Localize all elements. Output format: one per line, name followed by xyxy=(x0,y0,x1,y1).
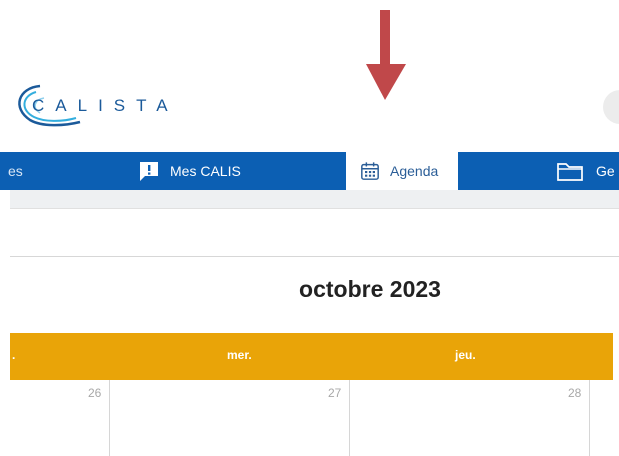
nav-item-ge[interactable]: Ge xyxy=(556,152,615,190)
nav-item-partial[interactable]: es xyxy=(8,152,23,190)
grid-line xyxy=(109,380,110,456)
logo-text: CALISTA xyxy=(32,96,179,115)
nav-item-label: Ge xyxy=(596,163,615,179)
folder-icon xyxy=(557,163,583,181)
date-cell-26[interactable]: 26 xyxy=(88,386,101,400)
day-header-mer: mer. xyxy=(227,348,252,362)
calendar-grid: 26 27 28 xyxy=(10,380,613,456)
calendar-icon xyxy=(361,162,379,180)
main-navbar: es Mes CALIS Agenda Ge xyxy=(0,152,619,190)
avatar[interactable] xyxy=(603,90,619,124)
date-cell-27[interactable]: 27 xyxy=(328,386,341,400)
nav-item-label: es xyxy=(8,163,23,179)
toolbar-strip xyxy=(10,190,619,209)
day-header-partial: . xyxy=(12,348,16,362)
nav-item-mes-calis[interactable]: Mes CALIS xyxy=(138,152,241,190)
calendar-header-row: . mer. jeu. xyxy=(10,333,613,380)
day-header-jeu: jeu. xyxy=(455,348,476,362)
exclamation-message-icon xyxy=(140,162,158,181)
arrow-icon xyxy=(366,10,406,100)
divider xyxy=(10,256,619,257)
grid-line xyxy=(349,380,350,456)
nav-item-label: Agenda xyxy=(390,163,439,179)
nav-item-agenda[interactable]: Agenda xyxy=(346,152,458,190)
date-cell-28[interactable]: 28 xyxy=(568,386,581,400)
grid-line xyxy=(589,380,590,456)
calendar-month-title: octobre 2023 xyxy=(299,276,441,302)
nav-item-label: Mes CALIS xyxy=(170,163,241,179)
